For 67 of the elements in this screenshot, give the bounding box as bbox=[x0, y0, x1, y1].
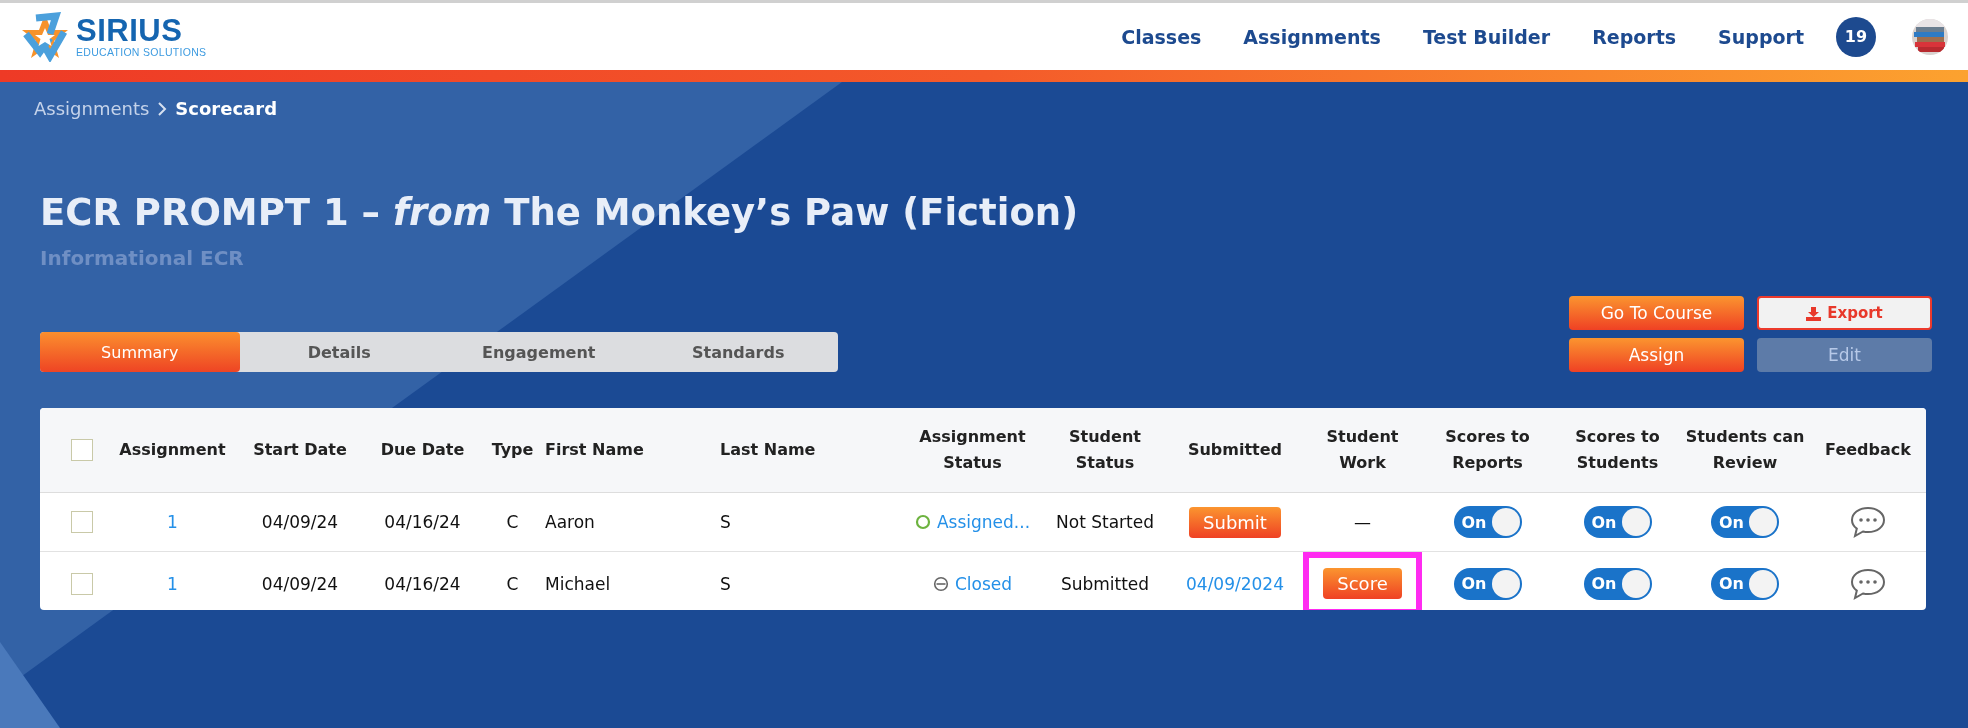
nav-link[interactable]: Support bbox=[1718, 25, 1804, 48]
column-header: Feedback bbox=[1824, 439, 1912, 461]
table-cell: Michael bbox=[545, 573, 611, 594]
notification-badge[interactable]: 19 bbox=[1836, 16, 1876, 57]
column-header: Scores to Students bbox=[1574, 426, 1661, 474]
action-button[interactable]: Export bbox=[1757, 296, 1932, 330]
column-header: First Name bbox=[545, 439, 645, 461]
column-header: Scores to Reports bbox=[1444, 426, 1531, 474]
tab[interactable]: Standards bbox=[638, 332, 838, 372]
action-button[interactable]: Go To Course bbox=[1569, 296, 1744, 330]
column-header: Students can Review bbox=[1684, 426, 1806, 474]
table-cell: Not Started bbox=[1056, 512, 1154, 532]
download-icon bbox=[1806, 305, 1822, 321]
table-cell: 04/16/24 bbox=[384, 512, 461, 532]
table-cell: C bbox=[506, 573, 519, 594]
nav-link[interactable]: Classes bbox=[1121, 25, 1202, 48]
table-cell: Submitted bbox=[1060, 573, 1150, 594]
tab[interactable]: Summary bbox=[40, 332, 240, 372]
table-cell: S bbox=[720, 512, 731, 532]
table-cell: S bbox=[720, 573, 731, 594]
column-header: Last Name bbox=[720, 439, 817, 461]
chevron-icon bbox=[157, 101, 168, 116]
toggle-switch[interactable]: On bbox=[1583, 567, 1652, 600]
row-checkbox[interactable] bbox=[71, 572, 93, 595]
assignment-link[interactable]: 1 bbox=[167, 512, 178, 532]
table-cell: 04/09/24 bbox=[261, 512, 339, 532]
page-title: ECR PROMPT 1 – from The Monkey’s Paw (Fiction) bbox=[40, 191, 1080, 234]
select-all-checkbox[interactable] bbox=[71, 439, 93, 461]
table-cell: 04/16/24 bbox=[384, 573, 461, 594]
table-cell: — bbox=[1354, 512, 1371, 532]
table-cell: Aaron bbox=[545, 512, 595, 532]
column-header: Student Status bbox=[1068, 426, 1142, 474]
table-cell: 04/09/24 bbox=[261, 573, 339, 594]
toggle-switch[interactable]: On bbox=[1583, 506, 1652, 538]
star-logo-icon bbox=[20, 11, 70, 62]
submitted-date-link[interactable]: 04/09/2024 bbox=[1186, 573, 1284, 594]
brand-name: SIRIUS bbox=[76, 15, 184, 46]
submit-button[interactable]: Submit bbox=[1189, 506, 1281, 538]
page-subtitle: Informational ECR bbox=[40, 246, 245, 270]
column-header: Submitted bbox=[1186, 439, 1284, 461]
score-button[interactable]: Score bbox=[1323, 568, 1402, 599]
assignment-link[interactable]: 1 bbox=[167, 573, 178, 594]
nav-link[interactable]: Reports bbox=[1592, 25, 1677, 48]
nav-link[interactable]: Assignments bbox=[1243, 25, 1381, 48]
brand-tagline: EDUCATION SOLUTIONS bbox=[76, 45, 207, 58]
toggle-switch[interactable]: On bbox=[1453, 567, 1522, 600]
table-cell: C bbox=[506, 512, 519, 532]
breadcrumb-link[interactable]: Assignments bbox=[34, 98, 150, 119]
speech-bubble-icon[interactable] bbox=[1849, 566, 1887, 601]
status-link[interactable]: Assigned... bbox=[936, 512, 1031, 532]
toggle-switch[interactable]: On bbox=[1453, 506, 1522, 538]
action-button[interactable]: Assign bbox=[1569, 338, 1744, 372]
status-link[interactable]: Closed bbox=[954, 573, 1013, 594]
column-header: Assignment Status bbox=[918, 426, 1027, 474]
toggle-switch[interactable]: On bbox=[1711, 567, 1779, 600]
column-header: Student Work bbox=[1325, 426, 1400, 474]
column-header: Type bbox=[490, 439, 535, 461]
speech-bubble-icon[interactable] bbox=[1849, 505, 1887, 539]
column-header: Start Date bbox=[252, 439, 348, 461]
column-header: Due Date bbox=[379, 439, 466, 461]
row-checkbox[interactable] bbox=[71, 511, 93, 533]
tab[interactable]: Engagement bbox=[439, 332, 639, 372]
toggle-switch[interactable]: On bbox=[1711, 506, 1779, 538]
column-header: Assignment bbox=[118, 439, 227, 461]
breadcrumb-link[interactable]: Scorecard bbox=[175, 98, 278, 119]
tab[interactable]: Details bbox=[239, 332, 439, 372]
nav-link[interactable]: Test Builder bbox=[1422, 25, 1551, 48]
